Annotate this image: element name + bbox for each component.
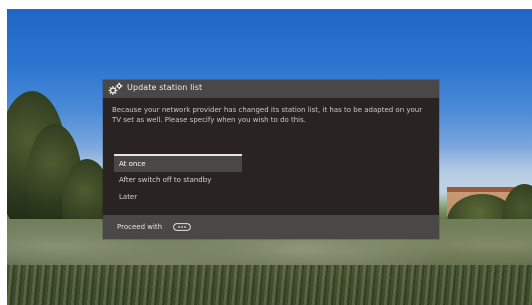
dialog-header: Update station list xyxy=(103,80,439,98)
ok-remote-button-icon xyxy=(173,223,191,231)
update-station-list-dialog: Update station list Because your network… xyxy=(103,80,439,239)
gears-icon xyxy=(108,82,123,96)
option-at-once[interactable]: At once xyxy=(114,154,242,172)
proceed-label: Proceed with xyxy=(117,223,163,231)
dialog-title: Update station list xyxy=(127,83,203,92)
option-after-standby[interactable]: After switch off to standby xyxy=(114,172,242,189)
dialog-message: Because your network provider has change… xyxy=(112,106,423,124)
option-list: At once After switch off to standby Late… xyxy=(114,154,242,206)
dialog-footer: Proceed with xyxy=(103,215,439,239)
option-later[interactable]: Later xyxy=(114,189,242,206)
grass-foreground xyxy=(7,265,532,305)
